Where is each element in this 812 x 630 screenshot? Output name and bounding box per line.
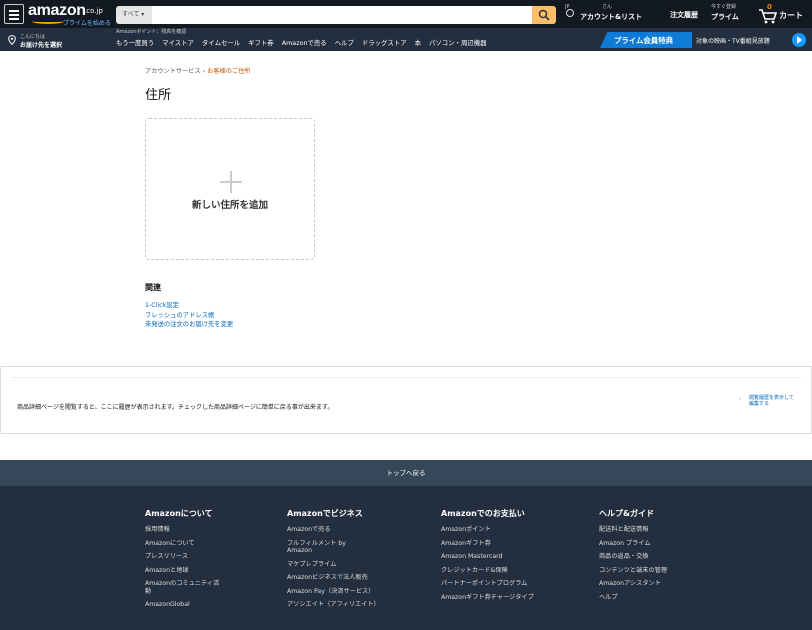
account-lists-menu[interactable]: さん アカウント&リスト	[580, 3, 642, 23]
prime-signup-text: 今すぐ登録	[711, 4, 737, 10]
prime-menu[interactable]: 今すぐ登録 プライム	[711, 3, 739, 23]
prime-banner-label: プライム会員特典	[614, 36, 673, 45]
footer-link[interactable]: Amazonのコミュニティ活動	[145, 580, 225, 595]
account-lists-label: アカウント&リスト	[580, 13, 643, 21]
breadcrumb-current: お客様のご住所	[207, 68, 251, 75]
footer-link[interactable]: Amazon Mastercard	[441, 553, 581, 561]
fresh-address-book-link[interactable]: フレッシュのアドレス帳	[145, 311, 233, 321]
search-category-select[interactable]: すべて ▾	[116, 6, 152, 24]
sub-nav-link[interactable]: タイムセール	[202, 38, 240, 47]
sub-nav-link[interactable]: ドラッグストア	[362, 38, 407, 47]
related-links: 1-Click設定 フレッシュのアドレス帳 未発送の注文のお届け先を変更	[145, 301, 233, 330]
sub-nav-link[interactable]: 本	[415, 38, 421, 47]
account-greeting: さん	[602, 4, 613, 10]
footer-link[interactable]: Amazonギフト券	[441, 540, 581, 548]
footer-column-about: Amazonについて 採用情報 Amazonについて プレスリリース Amazo…	[145, 508, 285, 615]
cart-count: 0	[767, 3, 772, 11]
footer-link[interactable]: Amazonビジネスで法人販売	[287, 574, 427, 582]
footer-link[interactable]: Amazonで売る	[287, 526, 427, 534]
orders-label: 注文履歴	[670, 11, 698, 19]
sub-nav-link[interactable]: もう一度買う	[116, 38, 154, 47]
footer-link[interactable]: Amazonと地球	[145, 567, 285, 575]
footer-link[interactable]: 採用情報	[145, 526, 285, 534]
page-title: 住所	[145, 88, 172, 103]
footer-link[interactable]: AmazonGlobal	[145, 601, 285, 609]
sub-nav-links: もう一度買う マイストア タイムセール ギフト券 Amazonで売る ヘルプ ド…	[116, 38, 487, 47]
footer-link[interactable]: コンテンツと端末の管理	[599, 567, 669, 575]
search-input[interactable]	[152, 6, 532, 24]
view-edit-history-link[interactable]: 閲覧履歴を表示して編集する	[749, 395, 797, 407]
footer-link[interactable]: ヘルプ	[599, 594, 739, 602]
one-click-settings-link[interactable]: 1-Click設定	[145, 301, 233, 311]
prime-video-link[interactable]: 対象の映画・TV番組見放題	[696, 36, 770, 45]
top-nav: amazon .co.jp プライムを始める すべて ▾ JP さん アカウント…	[0, 0, 812, 28]
sub-nav-link[interactable]: パソコン・周辺機器	[429, 38, 487, 47]
search-bar: すべて ▾	[116, 6, 556, 24]
footer-link[interactable]: Amazonアシスタント	[599, 580, 739, 588]
smile-icon	[32, 19, 64, 24]
location-pin-icon	[8, 35, 16, 45]
points-link[interactable]: Amazonポイント：残高を確認	[116, 28, 186, 35]
footer-link[interactable]: クレジットカード&保険	[441, 567, 581, 575]
footer-link[interactable]: Amazon Pay（決済サービス）	[287, 588, 379, 596]
cart-label: カート	[779, 11, 803, 20]
cart-button[interactable]: 0 カート	[758, 3, 810, 24]
prime-benefits-banner[interactable]: プライム会員特典	[600, 32, 692, 48]
footer-link[interactable]: アソシエイト（アフィリエイト）	[287, 601, 380, 609]
footer-link[interactable]: Amazonについて	[145, 540, 285, 548]
logo-tld: .co.jp	[84, 7, 103, 15]
sub-nav-link[interactable]: ギフト券	[248, 38, 274, 47]
footer: Amazonについて 採用情報 Amazonについて プレスリリース Amazo…	[0, 486, 812, 630]
prime-label: プライム	[711, 13, 739, 21]
footer-link[interactable]: Amazonポイント	[441, 526, 581, 534]
footer-column-payment: Amazonでのお支払い Amazonポイント Amazonギフト券 Amazo…	[441, 508, 581, 607]
history-divider	[11, 377, 801, 378]
sub-nav-link[interactable]: マイストア	[162, 38, 194, 47]
sub-nav: こんにちは お届け先を選択 Amazonポイント：残高を確認 もう一度買う マイ…	[0, 28, 812, 51]
footer-link[interactable]: マケプレプライム	[287, 561, 427, 569]
footer-link[interactable]: フルフィルメント by Amazon	[287, 540, 367, 555]
hamburger-menu-icon[interactable]	[4, 4, 24, 24]
deliver-label: お届け先を選択	[20, 42, 63, 49]
globe-icon	[566, 9, 574, 17]
footer-column-help: ヘルプ&ガイド 配送料と配送情報 Amazon プライム 商品の返品・交換 コン…	[599, 508, 739, 607]
back-to-top-button[interactable]: トップへ戻る	[0, 460, 812, 486]
breadcrumb-separator: ›	[202, 68, 206, 75]
plus-icon	[220, 171, 242, 193]
change-shipping-address-link[interactable]: 未発送の注文のお届け先を変更	[145, 320, 233, 330]
footer-heading: ヘルプ&ガイド	[599, 509, 654, 518]
orders-link[interactable]: 注文履歴	[670, 9, 698, 21]
footer-link[interactable]: 配送料と配送情報	[599, 526, 739, 534]
footer-heading: Amazonでビジネス	[287, 509, 363, 518]
deliver-greeting: こんにちは	[20, 34, 46, 40]
breadcrumb: アカウントサービス › お客様のご住所	[145, 66, 250, 75]
footer-link[interactable]: パートナーポイントプログラム	[441, 580, 537, 588]
footer-link[interactable]: Amazon プライム	[599, 540, 739, 548]
browsing-history-panel: 商品詳細ページを閲覧すると、ここに履歴が表示されます。チェックした商品詳細ページ…	[0, 366, 812, 434]
breadcrumb-account-service[interactable]: アカウントサービス	[145, 68, 201, 75]
footer-link[interactable]: プレスリリース	[145, 553, 285, 561]
footer-heading: Amazonでのお支払い	[441, 509, 525, 518]
footer-link[interactable]: 商品の返品・交換	[599, 553, 739, 561]
play-icon[interactable]	[792, 33, 806, 47]
search-icon	[538, 9, 550, 21]
related-heading: 関連	[145, 283, 161, 292]
sub-nav-link[interactable]: ヘルプ	[335, 38, 354, 47]
add-address-card[interactable]: 新しい住所を追加	[145, 118, 315, 260]
amazon-logo[interactable]: amazon .co.jp プライムを始める	[28, 2, 111, 27]
sub-nav-link[interactable]: Amazonで売る	[282, 38, 327, 47]
footer-link[interactable]: Amazonギフト券チャージタイプ	[441, 594, 537, 602]
search-button[interactable]	[532, 6, 556, 24]
footer-column-business: Amazonでビジネス Amazonで売る フルフィルメント by Amazon…	[287, 508, 427, 615]
history-message: 商品詳細ページを閲覧すると、ここに履歴が表示されます。チェックした商品詳細ページ…	[17, 404, 334, 411]
bullet-icon: ›	[739, 396, 741, 402]
prime-cta-link[interactable]: プライムを始める	[63, 18, 111, 27]
footer-heading: Amazonについて	[145, 509, 213, 518]
add-address-label: 新しい住所を追加	[191, 200, 268, 211]
